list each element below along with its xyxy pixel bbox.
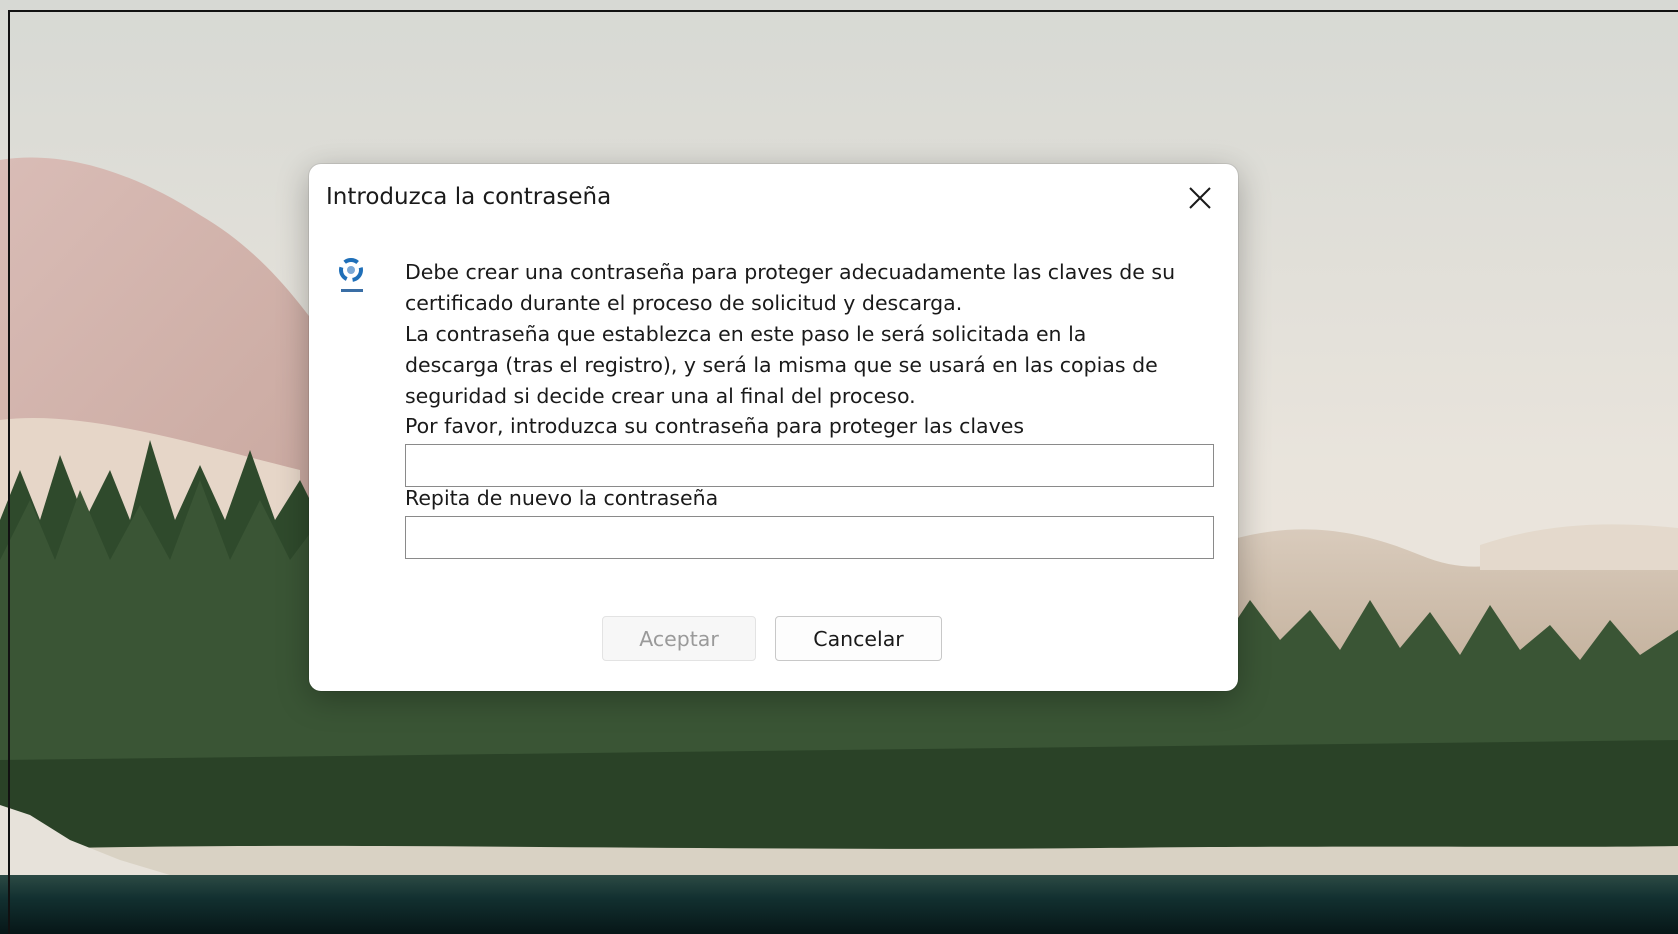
dialog-message: Debe crear una contraseña para proteger … (405, 257, 1225, 412)
close-icon (1189, 187, 1211, 209)
dialog-title: Introduzca la contraseña (326, 184, 612, 210)
message-line: Debe crear una contraseña para proteger … (405, 260, 1176, 284)
cancel-button[interactable]: Cancelar (775, 616, 942, 661)
repeat-password-label: Repita de nuevo la contraseña (405, 486, 719, 510)
tree-shadow (0, 740, 1678, 860)
close-button[interactable] (1180, 178, 1220, 218)
message-line: La contraseña que establezca en este pas… (405, 322, 1087, 346)
message-line: certificado durante el proceso de solici… (405, 291, 963, 315)
password-dialog: Introduzca la contraseña Debe crear una … (309, 164, 1238, 691)
lake (0, 875, 1678, 934)
message-line: seguridad si decide crear una al final d… (405, 384, 916, 408)
message-line: descarga (tras el registro), y será la m… (405, 353, 1158, 377)
beach (0, 845, 1678, 880)
certificate-app-icon (335, 256, 369, 296)
password-field[interactable] (405, 444, 1214, 487)
password-label: Por favor, introduzca su contraseña para… (405, 414, 1025, 438)
repeat-password-field[interactable] (405, 516, 1214, 559)
accept-button[interactable]: Aceptar (602, 616, 756, 661)
